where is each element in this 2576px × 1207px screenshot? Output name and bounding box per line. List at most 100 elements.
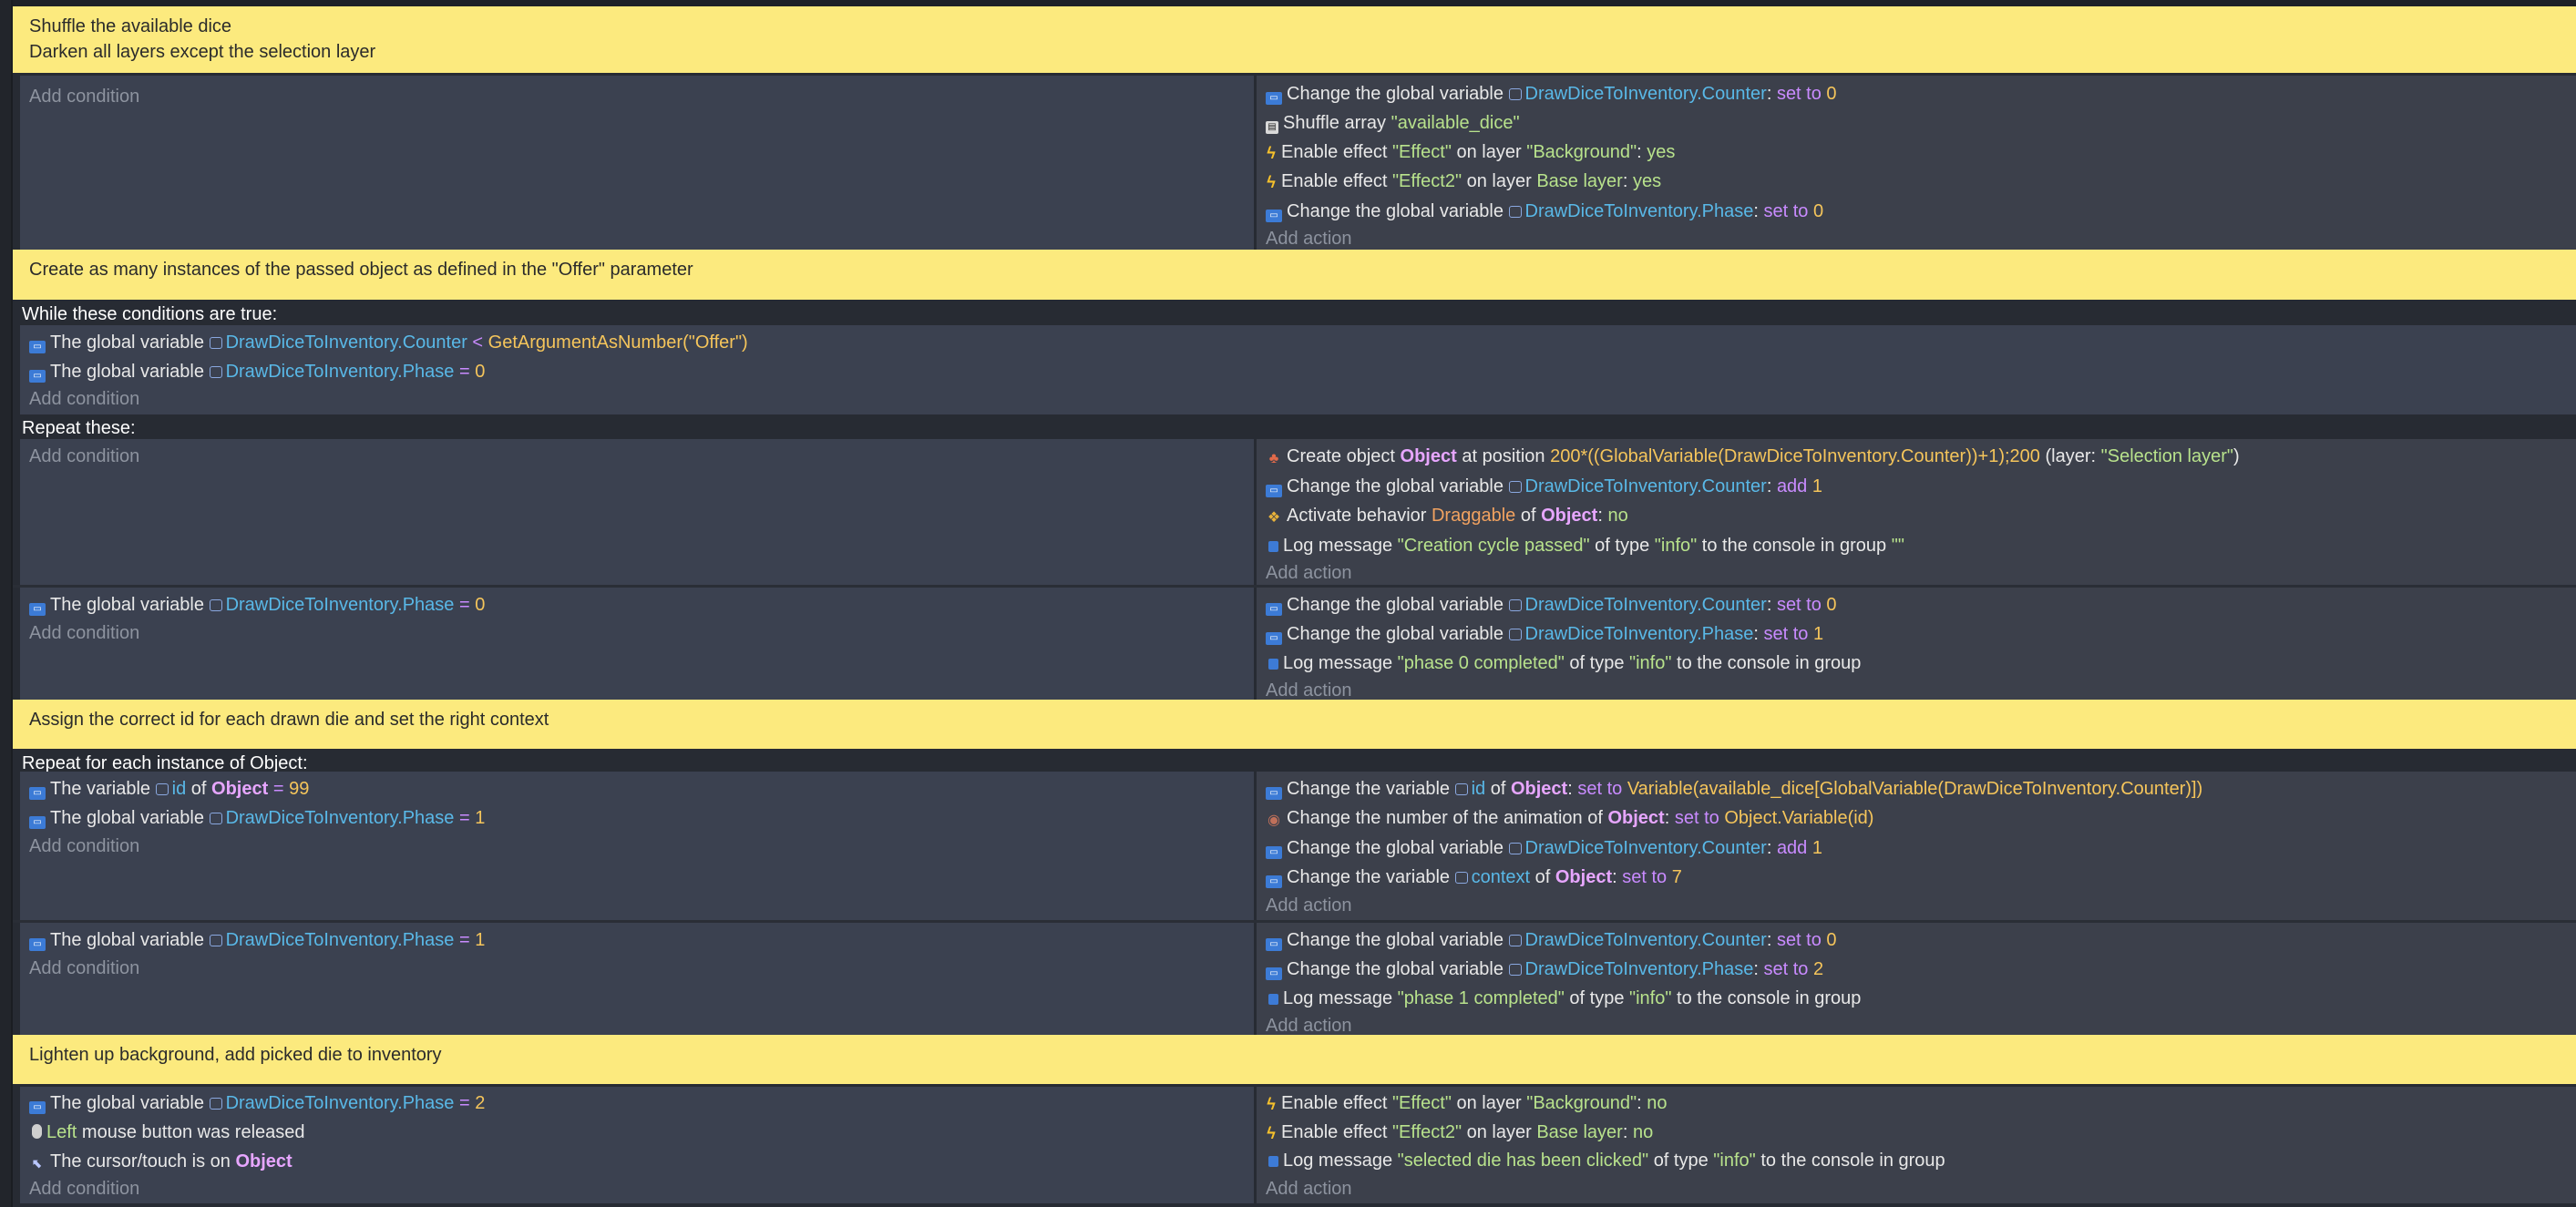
global-variable-icon: [209, 813, 222, 824]
variable-icon: ▭: [29, 603, 46, 616]
conditions-pane: ▭ The global variable DrawDiceToInventory…: [20, 588, 1254, 703]
comment-line: Assign the correct id for each drawn die…: [29, 710, 549, 730]
action-row[interactable]: ◉ Change the number of the animation of O…: [1266, 804, 1873, 832]
log-message-icon: [1268, 541, 1278, 552]
global-variable-icon: [1508, 964, 1522, 976]
condition-row[interactable]: ▭ The global variable DrawDiceToInventory…: [29, 926, 485, 954]
global-variable-icon: [1508, 481, 1522, 493]
action-row[interactable]: ♣ Create object Object at position 200*((…: [1266, 443, 2240, 470]
events-gutter: [0, 0, 13, 1207]
global-variable-icon: [1508, 206, 1522, 218]
condition-row[interactable]: ▭ The global variable DrawDiceToInventory…: [29, 358, 485, 385]
condition-row[interactable]: ▭ The global variable DrawDiceToInventory…: [29, 591, 485, 619]
mouse-icon: [32, 1124, 42, 1139]
add-condition-link[interactable]: Add condition: [29, 83, 139, 110]
global-variable-icon: [209, 935, 222, 946]
action-row[interactable]: ▭ Change the variable context of Object: …: [1266, 864, 1682, 891]
global-variable-icon: [1508, 629, 1522, 640]
condition-row[interactable]: ▭ The global variable DrawDiceToInventory…: [29, 329, 748, 356]
event-row: ▭ The global variable DrawDiceToInventory…: [13, 588, 2576, 703]
action-row[interactable]: Log message "phase 1 completed" of type …: [1266, 985, 1861, 1012]
comment-line: Darken all layers except the selection l…: [29, 42, 376, 62]
add-condition-link[interactable]: Add condition: [29, 619, 139, 647]
add-condition-link[interactable]: Add condition: [29, 443, 139, 470]
add-action-link[interactable]: Add action: [1266, 892, 1352, 919]
object-variable-icon: [1454, 783, 1468, 795]
action-row[interactable]: ϟ Enable effect "Effect" on layer "Backgr…: [1266, 1089, 1667, 1117]
action-row[interactable]: ϟ Enable effect "Effect" on layer "Backgr…: [1266, 138, 1675, 166]
top-strip: [0, 0, 2576, 6]
events-sheet: Shuffle the available dice Darken all la…: [13, 6, 2576, 1207]
global-variable-icon: [1508, 599, 1522, 611]
action-row[interactable]: ▭ Change the global variable DrawDiceToIn…: [1266, 473, 1822, 500]
add-condition-link[interactable]: Add condition: [29, 385, 139, 413]
global-variable-icon: [209, 337, 222, 349]
action-row[interactable]: ▭ Change the global variable DrawDiceToIn…: [1266, 620, 1823, 648]
action-row[interactable]: ▭ Change the global variable DrawDiceToIn…: [1266, 198, 1823, 225]
event-row: Add condition ♣ Create object Object at p…: [13, 439, 2576, 585]
actions-pane: ϟ Enable effect "Effect" on layer "Backgr…: [1257, 1087, 2576, 1203]
comment-event[interactable]: Shuffle the available dice Darken all la…: [13, 6, 2576, 73]
actions-pane: ▭ Change the global variable DrawDiceToIn…: [1257, 76, 2576, 253]
variable-icon: ▭: [1266, 92, 1282, 105]
action-row[interactable]: Log message "phase 0 completed" of type …: [1266, 650, 1861, 677]
comment-line: Create as many instances of the passed o…: [29, 260, 693, 280]
comment-event[interactable]: Lighten up background, add picked die to…: [13, 1035, 2576, 1084]
action-row[interactable]: ▭ Change the global variable DrawDiceToIn…: [1266, 591, 1837, 619]
actions-pane: ▭ Change the global variable DrawDiceToIn…: [1257, 923, 2576, 1038]
add-condition-link[interactable]: Add condition: [29, 833, 139, 860]
global-variable-icon: [209, 599, 222, 611]
conditions-pane: ▭ The global variable DrawDiceToInventory…: [20, 923, 1254, 1038]
add-condition-link[interactable]: Add condition: [29, 1175, 139, 1202]
action-row[interactable]: ❖ Activate behavior Draggable of Object: …: [1266, 502, 1628, 529]
cursor-on-object-icon: ⬉: [32, 1156, 43, 1171]
comment-event[interactable]: Assign the correct id for each drawn die…: [13, 700, 2576, 749]
condition-row[interactable]: ▭ The variable id of Object = 99: [29, 775, 309, 803]
condition-row[interactable]: ▭ The global variable DrawDiceToInventory…: [29, 1089, 485, 1117]
variable-icon: ▭: [1266, 485, 1282, 497]
condition-row[interactable]: ⬉ The cursor/touch is on Object: [29, 1148, 292, 1175]
global-variable-icon: [1508, 88, 1522, 100]
effect-lightning-icon: ϟ: [1267, 173, 1276, 191]
conditions-pane: ▭ The variable id of Object = 99 ▭ The glo…: [20, 772, 1254, 920]
add-action-link[interactable]: Add action: [1266, 559, 1352, 587]
effect-lightning-icon: ϟ: [1267, 144, 1276, 162]
comment-line: Lighten up background, add picked die to…: [29, 1045, 442, 1065]
comment-event[interactable]: Create as many instances of the passed o…: [13, 250, 2576, 300]
global-variable-icon: [209, 366, 222, 378]
action-row[interactable]: Log message "Creation cycle passed" of t…: [1266, 532, 1904, 559]
action-row[interactable]: ▭ Change the global variable DrawDiceToIn…: [1266, 956, 1823, 983]
action-row[interactable]: ▭ Change the global variable DrawDiceToIn…: [1266, 834, 1822, 862]
variable-icon: ▭: [1266, 875, 1282, 888]
effect-lightning-icon: ϟ: [1267, 1095, 1276, 1113]
variable-icon: ▭: [29, 938, 46, 951]
condition-row[interactable]: Left mouse button was released: [29, 1119, 305, 1146]
global-variable-icon: [1508, 935, 1522, 946]
variable-icon: ▭: [1266, 967, 1282, 980]
object-variable-icon: [1454, 872, 1468, 884]
variable-icon: ▭: [1266, 210, 1282, 222]
add-action-link[interactable]: Add action: [1266, 1175, 1352, 1202]
event-row: ▭ The variable id of Object = 99 ▭ The glo…: [13, 772, 2576, 920]
action-row[interactable]: ▭ Change the global variable DrawDiceToIn…: [1266, 926, 1837, 954]
conditions-pane: Add condition: [20, 439, 1254, 585]
log-message-icon: [1268, 659, 1278, 670]
effect-lightning-icon: ϟ: [1267, 1124, 1276, 1142]
variable-icon: ▭: [1266, 603, 1282, 616]
log-message-icon: [1268, 994, 1278, 1005]
add-condition-link[interactable]: Add condition: [29, 955, 139, 982]
action-row[interactable]: ▤ Shuffle array "available_dice": [1266, 109, 1520, 137]
actions-pane: ▭ Change the variable id of Object: set t…: [1257, 772, 2576, 920]
action-row[interactable]: ϟ Enable effect "Effect2" on layer Base l…: [1266, 168, 1661, 195]
animation-icon: ◉: [1267, 813, 1280, 828]
log-message-icon: [1268, 1156, 1278, 1167]
action-row[interactable]: Log message "selected die has been click…: [1266, 1147, 1945, 1174]
actions-pane: ▭ Change the global variable DrawDiceToIn…: [1257, 588, 2576, 703]
action-row[interactable]: ▭ Change the variable id of Object: set t…: [1266, 775, 2202, 803]
conditions-pane: ▭ The global variable DrawDiceToInventory…: [20, 1087, 1254, 1203]
action-row[interactable]: ▭ Change the global variable DrawDiceToIn…: [1266, 80, 1837, 107]
condition-row[interactable]: ▭ The global variable DrawDiceToInventory…: [29, 804, 485, 832]
variable-icon: ▭: [1266, 846, 1282, 859]
add-action-link[interactable]: Add action: [1266, 225, 1352, 252]
action-row[interactable]: ϟ Enable effect "Effect2" on layer Base l…: [1266, 1119, 1653, 1146]
